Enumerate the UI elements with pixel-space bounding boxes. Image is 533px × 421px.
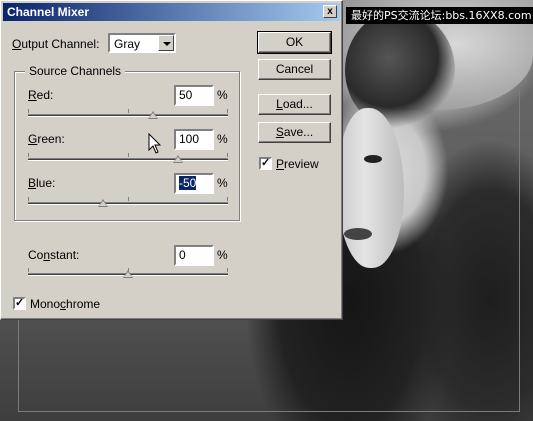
constant-label: Constant: bbox=[28, 248, 80, 262]
blue-percent: % bbox=[217, 176, 228, 190]
forum-banner: 最好的PS交流论坛:bbs.16XX8.com bbox=[346, 7, 533, 24]
slider-tick bbox=[227, 109, 228, 113]
monochrome-checkbox[interactable]: ✓ bbox=[13, 297, 26, 310]
slider-tick bbox=[127, 153, 129, 157]
blue-slider-thumb[interactable] bbox=[98, 199, 108, 207]
output-channel-select[interactable]: Gray bbox=[108, 33, 176, 53]
red-input[interactable]: 50 bbox=[174, 85, 214, 106]
output-channel-value: Gray bbox=[114, 37, 141, 51]
constant-slider-thumb[interactable] bbox=[123, 270, 133, 278]
green-slider-thumb[interactable] bbox=[173, 155, 183, 163]
channel-mixer-dialog: Channel Mixer x Output Channel: Gray Sou… bbox=[0, 0, 343, 320]
photo-eye bbox=[364, 155, 382, 163]
ok-button[interactable]: OK bbox=[257, 31, 332, 54]
source-channels-title: Source Channels bbox=[25, 64, 126, 78]
green-slider-track[interactable] bbox=[28, 153, 228, 161]
slider-tick bbox=[28, 268, 29, 272]
dialog-title: Channel Mixer bbox=[7, 5, 90, 19]
slider-tick bbox=[227, 268, 228, 272]
slider-tick bbox=[28, 109, 29, 113]
monochrome-label: Monochrome bbox=[30, 297, 101, 311]
blue-label: Blue: bbox=[28, 176, 56, 190]
slider-tick bbox=[227, 197, 228, 201]
mouse-cursor-icon bbox=[148, 133, 162, 154]
slider-tick bbox=[28, 153, 29, 157]
output-channel-label: Output Channel: bbox=[12, 37, 100, 51]
save-button[interactable]: Save... bbox=[258, 122, 331, 143]
constant-input[interactable]: 0 bbox=[174, 245, 214, 266]
blue-input[interactable]: -50 bbox=[174, 173, 214, 194]
slider-tick bbox=[127, 109, 129, 113]
red-slider-track[interactable] bbox=[28, 109, 228, 117]
green-input[interactable]: 100 bbox=[174, 129, 214, 150]
chevron-down-icon[interactable] bbox=[158, 35, 174, 51]
close-button[interactable]: x bbox=[323, 5, 337, 18]
green-percent: % bbox=[217, 132, 228, 146]
preview-label: Preview bbox=[276, 157, 319, 171]
preview-checkbox[interactable]: ✓ bbox=[259, 157, 272, 170]
slider-tick bbox=[127, 197, 129, 201]
load-button[interactable]: Load... bbox=[258, 94, 331, 115]
slider-tick bbox=[227, 153, 228, 157]
cancel-button[interactable]: Cancel bbox=[258, 59, 331, 80]
red-slider-thumb[interactable] bbox=[148, 111, 158, 119]
slider-tick bbox=[28, 197, 29, 201]
red-percent: % bbox=[217, 88, 228, 102]
red-label: Red: bbox=[28, 88, 54, 102]
green-label: Green: bbox=[28, 132, 65, 146]
title-bar[interactable]: Channel Mixer x bbox=[3, 3, 340, 21]
blue-slider-track[interactable] bbox=[28, 197, 228, 205]
constant-percent: % bbox=[217, 248, 228, 262]
photo-lips bbox=[344, 228, 372, 240]
